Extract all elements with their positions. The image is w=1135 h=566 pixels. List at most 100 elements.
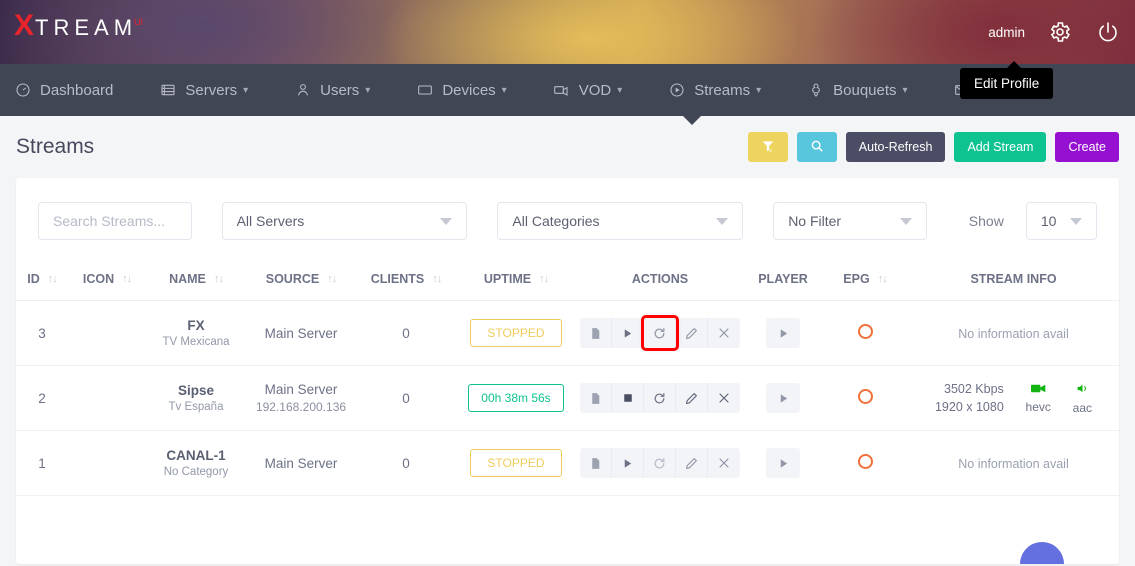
gear-icon[interactable] bbox=[1047, 19, 1073, 45]
cell-name: FX TV Mexicana bbox=[146, 301, 246, 366]
chevron-down-icon bbox=[440, 218, 452, 225]
sort-icon[interactable]: ↑↓ bbox=[214, 273, 223, 285]
col-icon-label: ICON bbox=[83, 272, 114, 286]
chevron-down-icon: ▾ bbox=[365, 85, 370, 96]
add-stream-button[interactable]: Add Stream bbox=[954, 132, 1046, 162]
streams-table: ID↑↓ ICON ↑↓ NAME ↑↓ SOURCE↑↓ CLIENTS↑↓ UP… bbox=[16, 258, 1119, 496]
nav-label-streams: Streams bbox=[694, 82, 750, 99]
restart-icon[interactable] bbox=[644, 383, 676, 413]
sort-icon[interactable]: ↑↓ bbox=[122, 273, 131, 285]
play-icon[interactable] bbox=[612, 318, 644, 348]
categories-select[interactable]: All Categories bbox=[497, 202, 743, 240]
nav-item-dashboard[interactable]: Dashboard bbox=[14, 82, 131, 99]
file-icon[interactable] bbox=[580, 383, 612, 413]
col-clients[interactable]: CLIENTS↑↓ bbox=[356, 258, 456, 301]
close-icon[interactable] bbox=[708, 448, 740, 478]
restart-icon[interactable] bbox=[644, 448, 676, 478]
sort-icon[interactable]: ↑↓ bbox=[878, 273, 887, 285]
cell-icon bbox=[68, 301, 146, 366]
nav-label-dashboard: Dashboard bbox=[40, 82, 113, 99]
power-icon[interactable] bbox=[1095, 19, 1121, 45]
nav-label-vod: VOD bbox=[579, 82, 612, 99]
cell-source: Main Server 192.168.200.136 bbox=[246, 366, 356, 431]
cell-clients: 0 bbox=[356, 431, 456, 496]
cell-id: 2 bbox=[16, 366, 68, 431]
player-play-button[interactable] bbox=[766, 318, 800, 348]
sort-icon[interactable]: ↑↓ bbox=[539, 273, 548, 285]
player-play-button[interactable] bbox=[766, 383, 800, 413]
page-header-row: Streams x Auto-Refresh Add Stream Create bbox=[0, 116, 1135, 178]
brand-logo[interactable]: XTREAMUI bbox=[14, 11, 146, 41]
table-body: 3 FX TV Mexicana Main Server 0 STOPPED bbox=[16, 301, 1119, 496]
auto-refresh-button[interactable]: Auto-Refresh bbox=[846, 132, 946, 162]
cell-clients: 0 bbox=[356, 301, 456, 366]
status-badge: 00h 38m 56s bbox=[468, 384, 563, 412]
filter-select[interactable]: No Filter bbox=[773, 202, 927, 240]
restart-icon[interactable] bbox=[644, 318, 676, 348]
top-header-bar: XTREAMUI admin bbox=[0, 0, 1135, 64]
servers-select[interactable]: All Servers bbox=[222, 202, 468, 240]
cell-name: Sipse Tv España bbox=[146, 366, 246, 431]
table-row[interactable]: 1 CANAL-1 No Category Main Server 0 STOP… bbox=[16, 431, 1119, 496]
sort-icon[interactable]: ↑↓ bbox=[48, 273, 57, 285]
nav-item-streams[interactable]: Streams ▾ bbox=[668, 82, 779, 99]
device-icon bbox=[416, 82, 433, 99]
nav-item-devices[interactable]: Devices ▾ bbox=[416, 82, 524, 99]
nav-item-bouquets[interactable]: Bouquets ▾ bbox=[807, 82, 925, 99]
table-row[interactable]: 2 Sipse Tv España Main Server 192.168.20… bbox=[16, 366, 1119, 431]
close-icon[interactable] bbox=[708, 318, 740, 348]
sort-icon[interactable]: ↑↓ bbox=[432, 273, 441, 285]
chevron-down-icon: ▾ bbox=[756, 85, 761, 96]
edit-icon[interactable] bbox=[676, 448, 708, 478]
col-stream-info-label: STREAM INFO bbox=[970, 272, 1056, 286]
col-epg[interactable]: EPG↑↓ bbox=[822, 258, 908, 301]
clear-filter-button[interactable]: x bbox=[748, 132, 788, 162]
file-icon[interactable] bbox=[580, 318, 612, 348]
col-name[interactable]: NAME ↑↓ bbox=[146, 258, 246, 301]
cell-source: Main Server bbox=[246, 431, 356, 496]
brand-logo-x: X bbox=[14, 11, 34, 41]
sort-icon[interactable]: ↑↓ bbox=[327, 273, 336, 285]
cell-epg bbox=[822, 366, 908, 431]
file-icon[interactable] bbox=[580, 448, 612, 478]
close-icon[interactable] bbox=[708, 383, 740, 413]
cell-stream-info: No information avail bbox=[908, 301, 1119, 366]
create-button[interactable]: Create bbox=[1055, 132, 1119, 162]
cell-stream-info: 3502 Kbps 1920 x 1080 hevc aac bbox=[908, 366, 1119, 431]
table-row[interactable]: 3 FX TV Mexicana Main Server 0 STOPPED bbox=[16, 301, 1119, 366]
cell-uptime: STOPPED bbox=[456, 431, 576, 496]
stream-name: FX bbox=[146, 318, 246, 333]
page-size-select[interactable]: 10 bbox=[1026, 202, 1097, 240]
status-badge: STOPPED bbox=[470, 449, 562, 477]
nav-item-users[interactable]: Users ▾ bbox=[294, 82, 388, 99]
stream-resolution: 1920 x 1080 bbox=[935, 400, 1004, 414]
cell-stream-info: No information avail bbox=[908, 431, 1119, 496]
video-camera-icon bbox=[1031, 382, 1046, 397]
chevron-down-icon bbox=[1070, 218, 1082, 225]
chevron-down-icon: ▾ bbox=[243, 85, 248, 96]
floating-action-button[interactable] bbox=[1020, 542, 1064, 564]
admin-username[interactable]: admin bbox=[988, 25, 1025, 40]
play-icon[interactable] bbox=[612, 448, 644, 478]
player-play-button[interactable] bbox=[766, 448, 800, 478]
edit-icon[interactable] bbox=[676, 383, 708, 413]
col-uptime[interactable]: UPTIME↑↓ bbox=[456, 258, 576, 301]
col-icon[interactable]: ICON ↑↓ bbox=[68, 258, 146, 301]
cell-player bbox=[744, 431, 822, 496]
edit-icon[interactable] bbox=[676, 318, 708, 348]
categories-select-value: All Categories bbox=[512, 213, 599, 229]
col-id[interactable]: ID↑↓ bbox=[16, 258, 68, 301]
bouquet-icon bbox=[807, 82, 824, 99]
nav-item-servers[interactable]: Servers ▾ bbox=[159, 82, 266, 99]
cell-epg bbox=[822, 431, 908, 496]
audio-codec-group: aac bbox=[1073, 382, 1092, 415]
nav-label-devices: Devices bbox=[442, 82, 495, 99]
cell-uptime: STOPPED bbox=[456, 301, 576, 366]
nav-item-vod[interactable]: VOD ▾ bbox=[553, 82, 641, 99]
video-codec-group: hevc bbox=[1026, 382, 1051, 414]
col-name-label: NAME bbox=[169, 272, 206, 286]
stop-icon[interactable] bbox=[612, 383, 644, 413]
search-button[interactable] bbox=[797, 132, 837, 162]
search-input[interactable]: Search Streams... bbox=[38, 202, 192, 240]
col-source[interactable]: SOURCE↑↓ bbox=[246, 258, 356, 301]
